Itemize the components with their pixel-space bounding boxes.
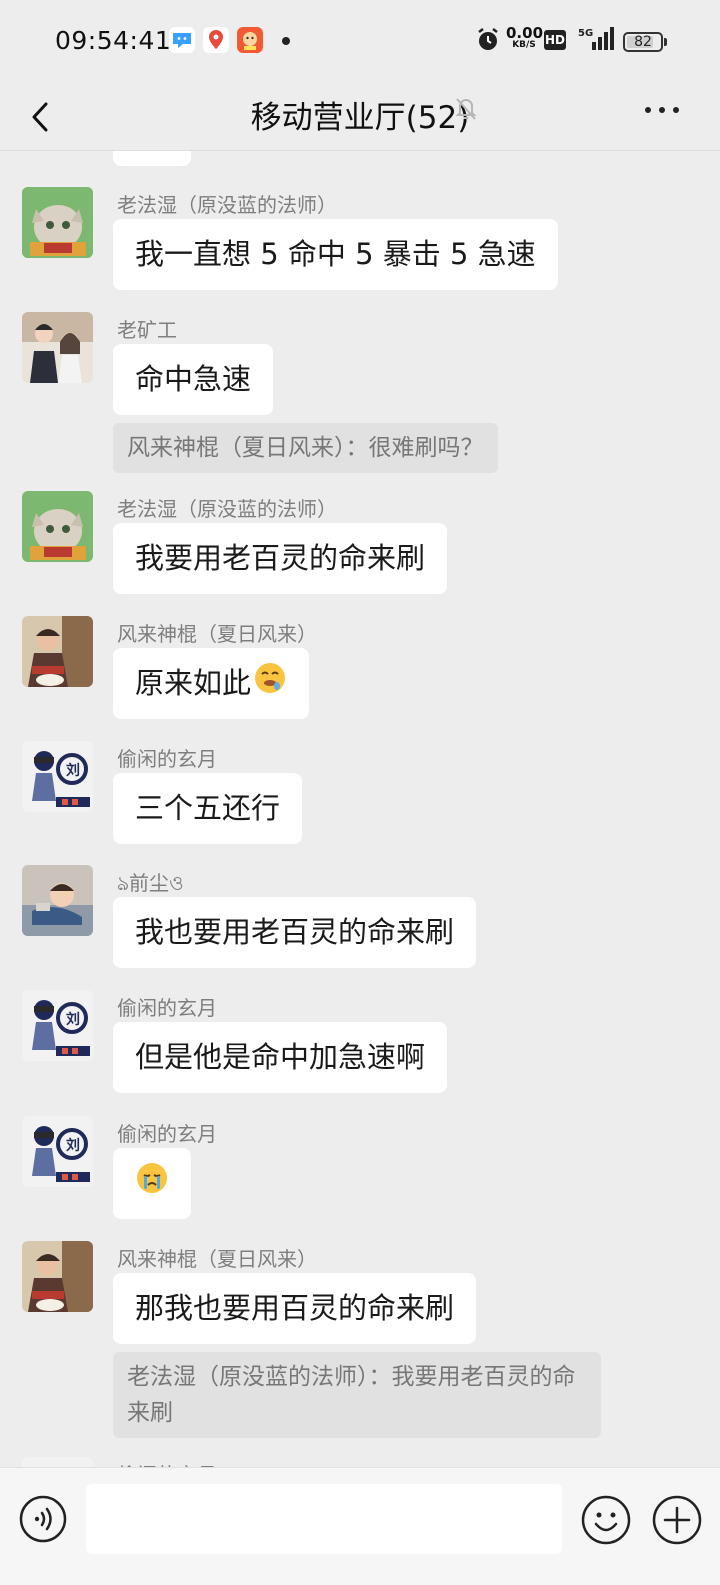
battery-icon: 82 [623, 32, 663, 52]
shopping-app-icon [237, 27, 263, 53]
avatar[interactable]: 刘 [22, 1116, 93, 1187]
map-app-icon [203, 27, 229, 53]
sender-name: 偷闲的玄月 [117, 1459, 217, 1467]
crying-emoji-icon [135, 1150, 169, 1221]
sender-name: 风来神棍（夏日风来） [117, 622, 317, 646]
message-text: 原来如此 [135, 666, 252, 700]
sender-name: 老矿工 [117, 318, 177, 342]
message-list[interactable]: 老法湿（原没蓝的法师） 我一直想 5 命中 5 暴击 5 急速 老矿工 命中急速… [0, 151, 720, 1467]
message-bubble[interactable]: 那我也要用百灵的命来刷 [113, 1273, 477, 1344]
status-time: 09:54:41 [55, 26, 172, 55]
svg-text:刘: 刘 [66, 762, 80, 779]
quote-reply[interactable]: 老法湿（原没蓝的法师）：我要用老百灵的命来刷 [113, 1352, 601, 1438]
sender-name: 老法湿（原没蓝的法师） [117, 497, 337, 521]
emoji-icon[interactable] [580, 1494, 632, 1546]
sender-name: 偷闲的玄月 [117, 996, 217, 1020]
message-input[interactable] [86, 1484, 562, 1554]
signal-icon: 5G [578, 26, 614, 56]
plus-icon[interactable] [651, 1494, 703, 1546]
input-bar [0, 1467, 720, 1585]
avatar[interactable] [22, 1241, 93, 1312]
battery-cap [664, 38, 667, 46]
avatar[interactable] [22, 187, 93, 258]
message-bubble[interactable]: 命中急速 [113, 344, 274, 415]
hd-icon: HD [544, 30, 566, 50]
avatar[interactable]: 刘 [22, 741, 93, 812]
status-bar: 09:54:41 0.00 KB/S HD 5G 82 [0, 0, 720, 84]
avatar[interactable] [22, 865, 93, 936]
sender-name: 风来神棍（夏日风来） [117, 1247, 317, 1271]
message-bubble[interactable]: 三个五还行 [113, 773, 303, 844]
sender-name: 偷闲的玄月 [117, 747, 217, 771]
svg-text:刘: 刘 [66, 1137, 80, 1154]
message-bubble-partial[interactable] [113, 151, 191, 166]
message-app-icon [169, 27, 195, 53]
avatar[interactable] [22, 616, 93, 687]
avatar[interactable] [22, 312, 93, 383]
message-bubble[interactable]: 原来如此 [113, 648, 310, 721]
avatar[interactable] [22, 1457, 93, 1467]
chat-title-text: 移动营业厅(52) [250, 100, 470, 136]
chat-title: 移动营业厅(52) [0, 92, 720, 137]
net-speed: 0.00 KB/S [506, 24, 544, 51]
bell-off-icon [452, 94, 480, 122]
message-bubble[interactable]: 但是他是命中加急速啊 [113, 1022, 448, 1093]
svg-text:刘: 刘 [66, 1011, 80, 1028]
sender-name: 老法湿（原没蓝的法师） [117, 193, 337, 217]
drooling-emoji-icon [253, 650, 287, 721]
avatar[interactable] [22, 491, 93, 562]
chat-header: 移动营业厅(52) [0, 84, 720, 151]
message-bubble[interactable] [113, 1148, 191, 1219]
svg-text:5G: 5G [578, 28, 593, 39]
message-bubble[interactable]: 我要用老百灵的命来刷 [113, 523, 448, 594]
message-bubble[interactable]: 我也要用老百灵的命来刷 [113, 897, 477, 968]
quote-reply[interactable]: 风来神棍（夏日风来）：很难刷吗？ [113, 423, 498, 473]
avatar[interactable]: 刘 [22, 990, 93, 1061]
more-dots-icon[interactable] [640, 100, 684, 120]
notification-dot [282, 37, 290, 45]
sender-name: 偷闲的玄月 [117, 1122, 217, 1146]
message-bubble[interactable]: 我一直想 5 命中 5 暴击 5 急速 [113, 219, 558, 290]
voice-icon[interactable] [18, 1494, 68, 1544]
alarm-icon [475, 26, 501, 58]
